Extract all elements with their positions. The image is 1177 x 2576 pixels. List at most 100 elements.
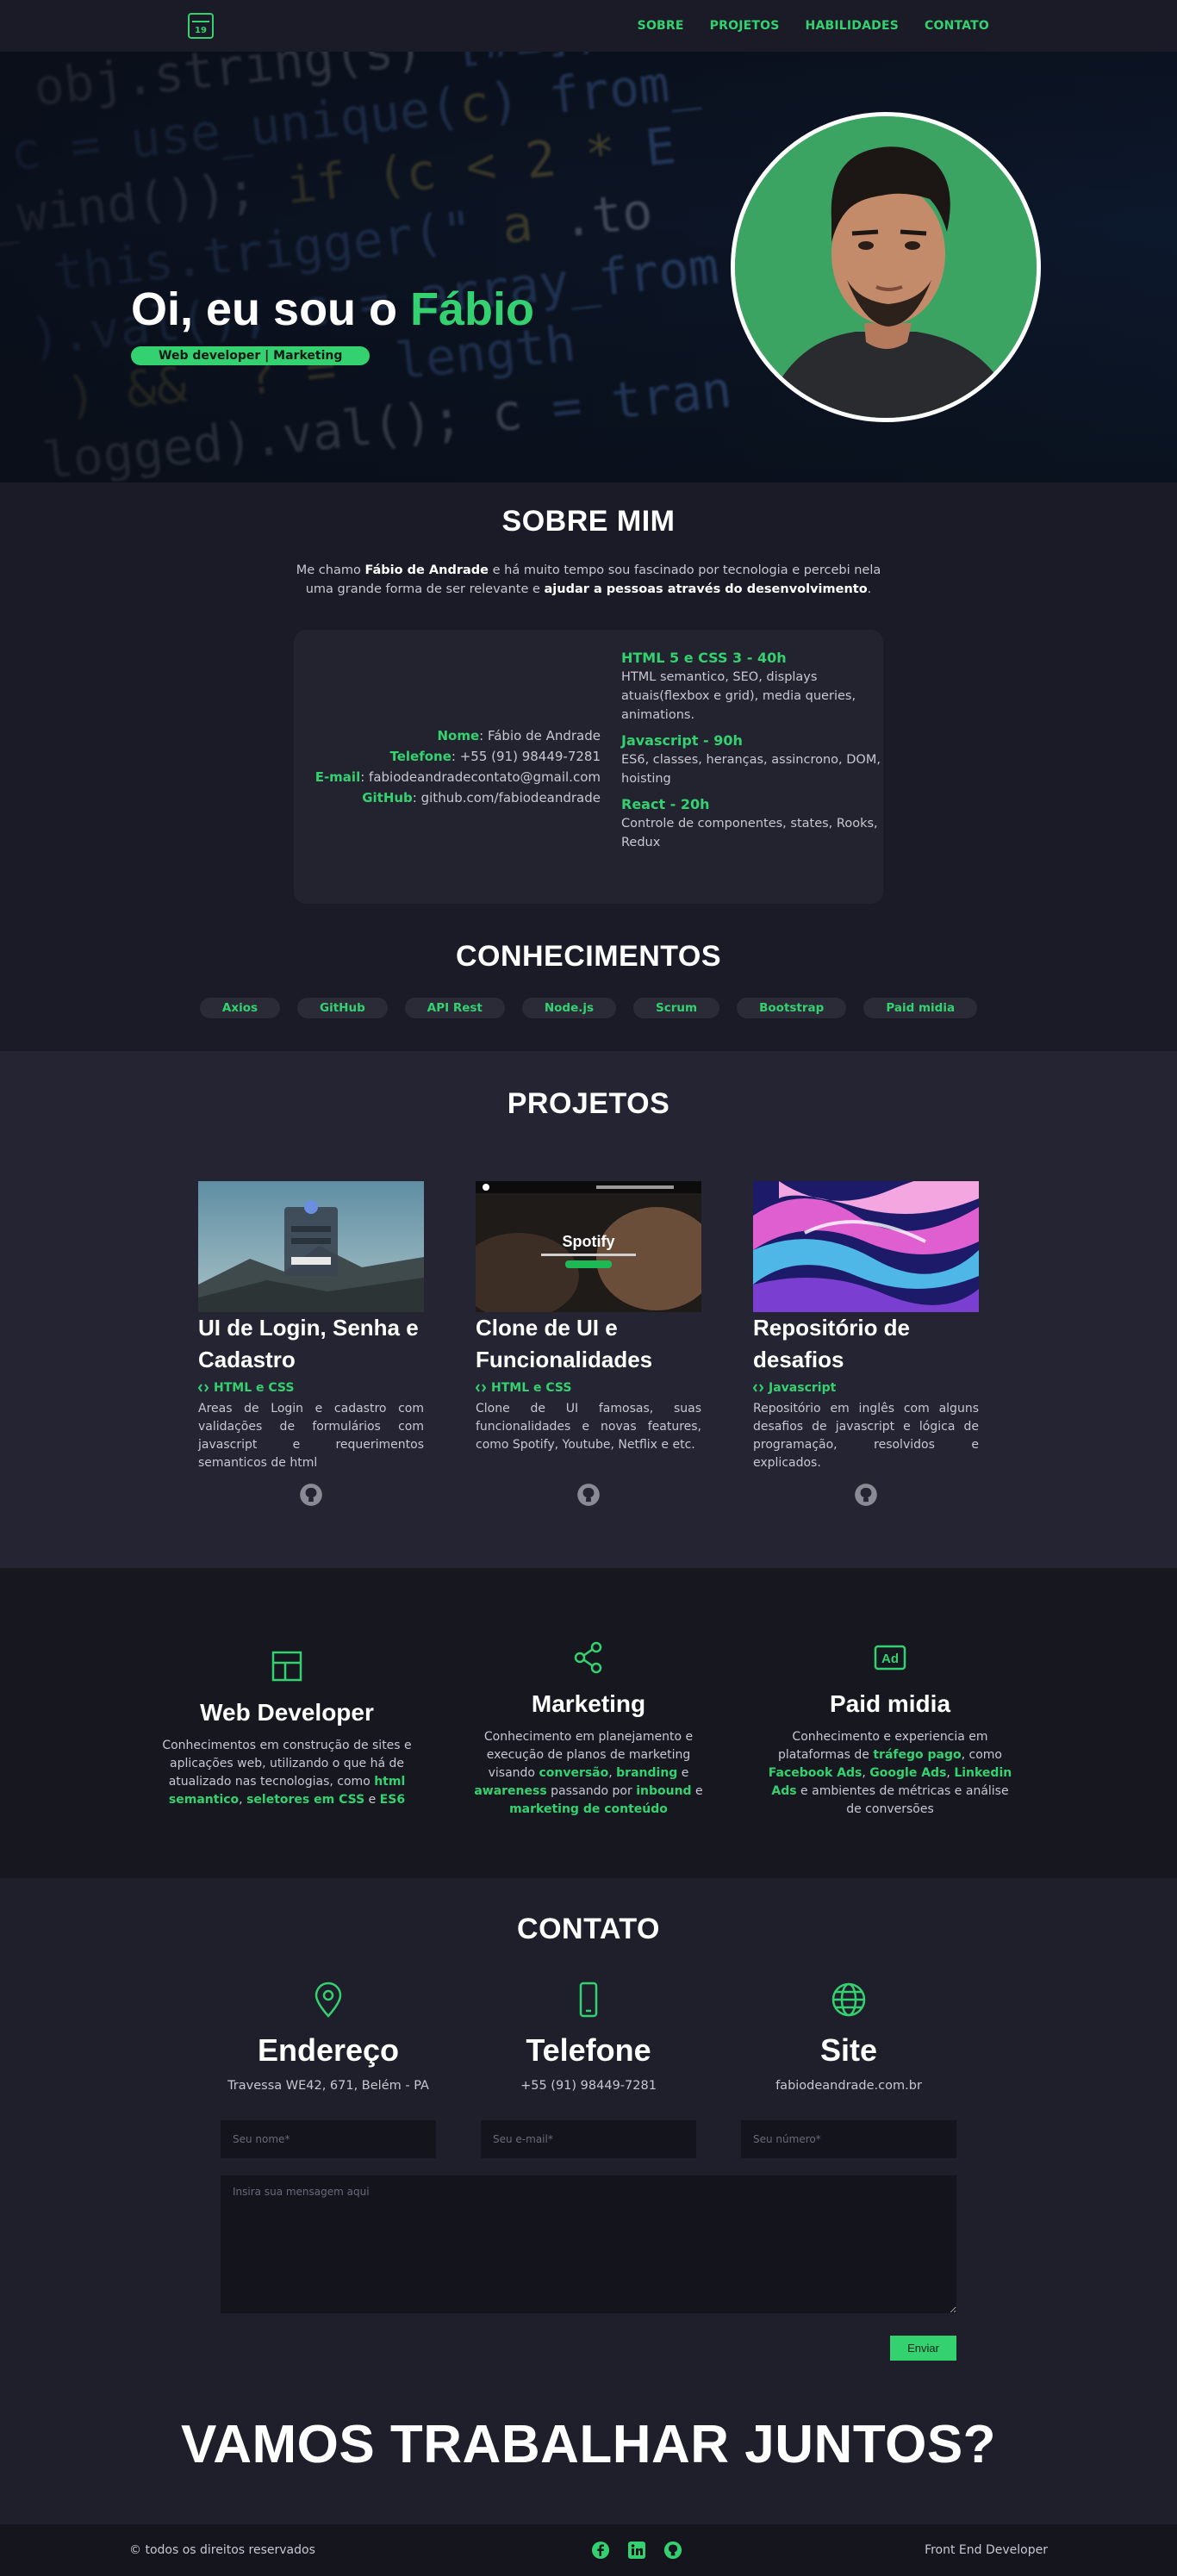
- map-pin-icon: [314, 1982, 342, 2018]
- call-to-action-title: VAMOS TRABALHAR JUNTOS?: [180, 2415, 997, 2474]
- layout-icon: [271, 1651, 302, 1682]
- nav-links: SOBRE PROJETOS HABILIDADES CONTATO: [638, 19, 989, 33]
- contact-info-row: Endereço Travessa WE42, 671, Belém - PA …: [0, 1981, 1177, 2093]
- highlight-text: awareness: [474, 1784, 547, 1798]
- profile-avatar: [731, 112, 1041, 422]
- skills-list: HTML 5 e CSS 3 - 40h HTML semantico, SEO…: [614, 649, 883, 885]
- highlight-text: inbound: [636, 1784, 692, 1798]
- role-badge: Web developer | Marketing: [131, 346, 371, 365]
- github-icon: [855, 1484, 877, 1506]
- nav-link-projetos[interactable]: PROJETOS: [710, 19, 780, 33]
- skill-desc: ES6, classes, heranças, assincrono, DOM,…: [621, 753, 881, 786]
- text-fragment: e: [677, 1766, 689, 1780]
- contact-section: CONTATO Endereço Travessa WE42, 671, Bel…: [0, 1878, 1177, 2524]
- tag-bootstrap: Bootstrap: [737, 998, 847, 1018]
- service-marketing: Marketing Conhecimento em planejamento e…: [464, 1640, 713, 1878]
- skill-title: Javascript - 90h: [621, 732, 743, 749]
- footer: © todos os direitos reservados Front End…: [0, 2524, 1177, 2576]
- form-row: [221, 2120, 956, 2158]
- contact-heading: Site: [819, 2032, 878, 2068]
- github-icon: [577, 1484, 600, 1506]
- github-icon: [300, 1484, 322, 1506]
- code-icon: [198, 1384, 209, 1392]
- knowledge-title: CONHECIMENTOS: [455, 940, 722, 973]
- project-github-link[interactable]: [198, 1483, 424, 1507]
- project-description: Clone de UI famosas, suas funcionalidade…: [476, 1402, 701, 1452]
- project-github-link[interactable]: [476, 1483, 701, 1507]
- info-phone: Telefone: +55 (91) 98449-7281: [389, 749, 601, 764]
- about-section: SOBRE MIM Me chamo Fábio de Andrade e há…: [0, 482, 1177, 1051]
- service-description: Conhecimento e experiencia em plataforma…: [765, 1728, 1015, 1819]
- project-description: Areas de Login e cadastro com validações…: [198, 1402, 424, 1470]
- project-description: Repositório em inglês com alguns desafio…: [753, 1402, 979, 1470]
- github-icon[interactable]: [663, 2541, 682, 2560]
- info-github: GitHub: github.com/fabiodeandrade: [362, 790, 601, 806]
- service-paid-midia: Ad Paid midia Conhecimento e experiencia…: [765, 1640, 1015, 1878]
- text-fragment: e: [691, 1784, 703, 1798]
- code-icon: [753, 1384, 763, 1392]
- contact-phone: Telefone +55 (91) 98449-7281: [458, 1981, 719, 2093]
- nav-link-habilidades[interactable]: HABILIDADES: [806, 19, 900, 33]
- project-card: Repositório de desafios Javascript Repos…: [753, 1181, 979, 1507]
- project-title: Repositório de desafios: [753, 1315, 911, 1372]
- name-input[interactable]: [221, 2120, 436, 2158]
- spotify-logo-text: Spotify: [563, 1233, 615, 1250]
- contact-title: CONTATO: [517, 1913, 660, 1945]
- highlight-text: Google Ads: [869, 1766, 947, 1780]
- send-button[interactable]: Enviar: [890, 2336, 956, 2361]
- skill-title: React - 20h: [621, 796, 710, 812]
- text-fragment: e ambientes de métricas e análise de con…: [796, 1784, 1009, 1816]
- info-card: Nome: Fábio de Andrade Telefone: +55 (91…: [294, 630, 883, 904]
- globe-icon: [831, 1982, 866, 2017]
- text-fragment: passando por: [546, 1784, 637, 1798]
- role-text: Front End Developer: [925, 2543, 1048, 2557]
- text-fragment: ,: [608, 1766, 617, 1780]
- about-intro: Me chamo Fábio de Andrade e há muito tem…: [296, 563, 881, 596]
- nav-link-contato[interactable]: CONTATO: [925, 19, 989, 33]
- tag-nodejs: Node.js: [521, 998, 617, 1018]
- code-icon: [476, 1384, 486, 1392]
- linkedin-icon[interactable]: [627, 2541, 646, 2560]
- tag-github: GitHub: [297, 998, 388, 1018]
- contact-value: Travessa WE42, 671, Belém - PA: [227, 2079, 429, 2093]
- nav-link-sobre[interactable]: SOBRE: [638, 19, 684, 33]
- ad-icon: Ad: [874, 1645, 906, 1671]
- project-tech: HTML e CSS: [476, 1381, 701, 1395]
- services-section: Web Developer Conhecimentos em construçã…: [0, 1568, 1177, 1878]
- contact-form: Enviar: [221, 2120, 956, 2361]
- facebook-icon[interactable]: [591, 2541, 610, 2560]
- copyright-text: © todos os direitos reservados: [129, 2543, 315, 2557]
- contact-address: Endereço Travessa WE42, 671, Belém - PA: [198, 1981, 458, 2093]
- highlight-text: branding: [616, 1766, 678, 1780]
- tag-axios: Axios: [199, 998, 281, 1018]
- projects-section: PROJETOS UI de Login, Senha e Cadastro H…: [0, 1051, 1177, 1568]
- service-title: Web Developer: [200, 1699, 374, 1726]
- tag-scrum: Scrum: [633, 998, 720, 1018]
- hero-section: obj.string(s) [#i]) = c = use_unique(c) …: [0, 52, 1177, 482]
- personal-info: Nome: Fábio de Andrade Telefone: +55 (91…: [294, 649, 614, 885]
- social-links: [591, 2541, 682, 2560]
- project-title: UI de Login, Senha e Cadastro: [198, 1315, 419, 1372]
- text-fragment: ,: [946, 1766, 955, 1780]
- skill-desc: Controle de componentes, states, Rooks, …: [621, 817, 878, 849]
- service-web-developer: Web Developer Conhecimentos em construçã…: [162, 1649, 412, 1878]
- send-wrap: Enviar: [221, 2336, 956, 2361]
- highlight-text: tráfego pago: [873, 1748, 962, 1762]
- login-project-image[interactable]: [198, 1181, 424, 1312]
- email-input[interactable]: [481, 2120, 696, 2158]
- project-title: Clone de UI e Funcionalidades: [476, 1315, 653, 1372]
- phone-input[interactable]: [741, 2120, 956, 2158]
- contact-site: Site fabiodeandrade.com.br: [719, 1981, 979, 2093]
- spotify-project-image[interactable]: Spotify: [476, 1181, 701, 1312]
- calendar-logo-icon[interactable]: 19: [188, 13, 214, 39]
- project-github-link[interactable]: [753, 1483, 979, 1507]
- tag-paid-midia: Paid midia: [863, 998, 978, 1018]
- challenges-project-image[interactable]: [753, 1181, 979, 1312]
- projects-title: PROJETOS: [507, 1087, 670, 1120]
- message-textarea[interactable]: [221, 2175, 956, 2313]
- text-fragment: e: [364, 1793, 380, 1807]
- highlight-text: ES6: [379, 1793, 406, 1807]
- phone-icon: [579, 1982, 598, 2018]
- knowledge-tags: Axios GitHub API Rest Node.js Scrum Boot…: [0, 998, 1177, 1018]
- info-email: E-mail: fabiodeandradecontato@gmail.com: [314, 769, 601, 785]
